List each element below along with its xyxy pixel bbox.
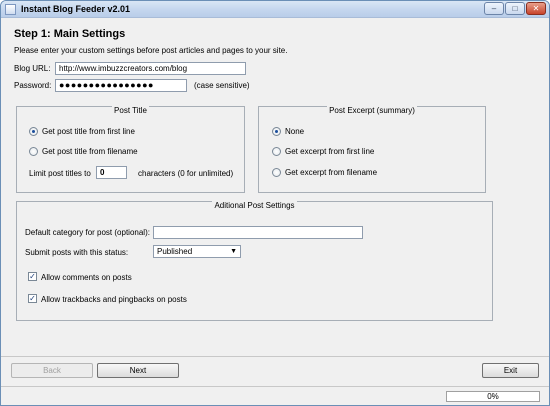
allow-trackbacks-checkbox[interactable]: ✓ (28, 294, 37, 303)
blog-url-label: Blog URL: (14, 64, 51, 73)
window-title: Instant Blog Feeder v2.01 (21, 4, 131, 14)
progress-bar: 0% (446, 391, 540, 402)
password-label: Password: (14, 81, 52, 90)
blog-url-input[interactable]: http://www.imbuzzcreators.com/blog (55, 62, 246, 75)
progress-text: 0% (487, 392, 499, 401)
additional-settings-legend: Aditional Post Settings (212, 201, 297, 210)
allow-comments-checkbox[interactable]: ✓ (28, 272, 37, 281)
limit-suffix: characters (0 for unlimited) (138, 169, 234, 178)
radio-excerpt-first-line[interactable] (272, 147, 281, 156)
status-label: Submit posts with this status: (25, 248, 129, 257)
back-button[interactable]: Back (11, 363, 93, 378)
radio-title-filename[interactable] (29, 147, 38, 156)
radio-excerpt-filename[interactable] (272, 168, 281, 177)
post-title-legend: Post Title (112, 106, 149, 115)
application-window: Instant Blog Feeder v2.01 – □ ✕ Step 1: … (0, 0, 550, 406)
maximize-button[interactable]: □ (505, 2, 525, 15)
step-title: Step 1: Main Settings (14, 28, 126, 40)
radio-title-first-line[interactable] (29, 127, 38, 136)
limit-label: Limit post titles to (29, 169, 91, 178)
radio-excerpt-none-label[interactable]: None (285, 127, 304, 136)
radio-excerpt-filename-label[interactable]: Get excerpt from filename (285, 168, 377, 177)
status-bar: 0% (1, 386, 549, 405)
next-button[interactable]: Next (97, 363, 179, 378)
button-separator (1, 356, 549, 357)
title-bar[interactable]: Instant Blog Feeder v2.01 – □ ✕ (1, 1, 549, 18)
allow-comments-label[interactable]: Allow comments on posts (41, 273, 132, 282)
limit-input[interactable]: 0 (96, 166, 127, 179)
app-icon (5, 4, 16, 15)
category-label: Default category for post (optional): (25, 228, 150, 237)
category-input[interactable] (153, 226, 363, 239)
exit-button[interactable]: Exit (482, 363, 539, 378)
radio-excerpt-none[interactable] (272, 127, 281, 136)
radio-title-first-line-label[interactable]: Get post title from first line (42, 127, 135, 136)
chevron-down-icon: ▼ (230, 248, 237, 255)
radio-title-filename-label[interactable]: Get post title from filename (42, 147, 138, 156)
minimize-button[interactable]: – (484, 2, 504, 15)
status-dropdown-value: Published (157, 247, 193, 256)
password-input[interactable]: ●●●●●●●●●●●●●●●● (55, 79, 187, 92)
post-excerpt-legend: Post Excerpt (summary) (327, 106, 417, 115)
close-button[interactable]: ✕ (526, 2, 546, 15)
intro-text: Please enter your custom settings before… (14, 46, 288, 55)
allow-trackbacks-label[interactable]: Allow trackbacks and pingbacks on posts (41, 295, 187, 304)
radio-excerpt-first-line-label[interactable]: Get excerpt from first line (285, 147, 374, 156)
password-note: (case sensitive) (194, 81, 250, 90)
status-dropdown[interactable]: Published ▼ (153, 245, 241, 258)
